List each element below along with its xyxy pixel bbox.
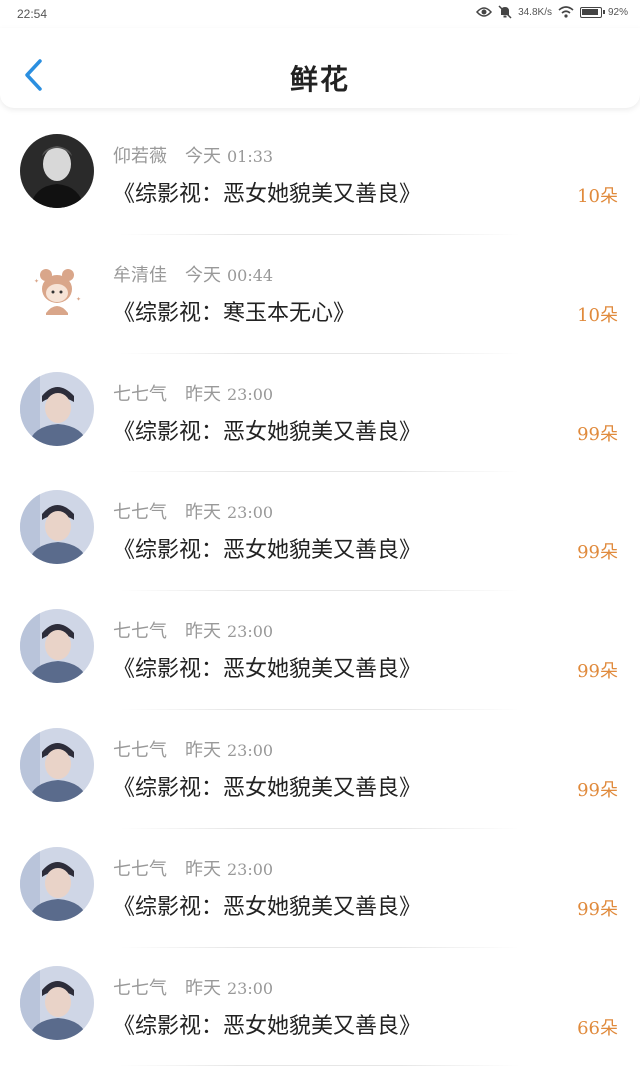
flower-count: 99朵 [577,779,618,801]
flower-count: 99朵 [577,423,618,445]
username[interactable]: 七七气 [113,502,167,523]
list-item[interactable]: 七七气 昨天 23:00 《综影视：恶女她貌美又善良》 99朵 [0,354,640,473]
flower-count: 10朵 [577,186,618,207]
man-portrait-avatar[interactable] [20,134,94,208]
username[interactable]: 仰若薇 [113,146,167,167]
flower-count: 99朵 [577,898,618,920]
time-label: 01:33 [227,147,274,166]
young-man-photo-avatar[interactable] [20,490,94,565]
book-title[interactable]: 《综影视：寒玉本无心》 [113,295,355,327]
gift-meta: 牟清佳 今天 00:44 [113,261,273,287]
username[interactable]: 牟清佳 [113,265,167,286]
book-title[interactable]: 《综影视：恶女她貌美又善良》 [113,1008,421,1040]
list-item[interactable]: 七七气 昨天 23:00 《综影视：恶女她貌美又善良》 99朵 [0,710,640,829]
username[interactable]: 七七气 [113,859,167,880]
gift-meta: 七七气 昨天 23:00 [113,855,273,881]
day-label: 今天 [185,146,221,167]
day-label: 昨天 [185,502,221,524]
day-label: 昨天 [185,858,221,880]
young-man-photo-avatar[interactable] [20,727,94,802]
time-label: 23:00 [227,384,274,404]
time-label: 23:00 [227,978,274,998]
svg-text:✦: ✦ [34,278,39,285]
book-title[interactable]: 《综影视：恶女她貌美又善良》 [113,414,421,446]
gift-meta: 仰若薇 今天 01:33 [113,142,273,168]
time-label: 23:00 [227,740,274,760]
list-item[interactable]: ✦ ✦ 牟清佳 今天 00:44 《综影视：寒玉本无心》 10朵 [0,235,640,354]
book-title[interactable]: 《综影视：恶女她貌美又善良》 [113,770,421,802]
page-title: 鲜花 [289,63,350,96]
cartoon-bear-girl-avatar[interactable]: ✦ ✦ [20,252,94,327]
time-label: 23:00 [227,503,274,523]
flower-gift-list: 仰若薇 今天 01:33 《综影视：恶女她貌美又善良》 10朵 ✦ ✦ 牟清佳 今天 0… [0,116,640,1067]
svg-text:✦: ✦ [76,296,81,303]
gift-meta: 七七气 昨天 23:00 [113,736,273,762]
status-bar: 22:54 34.8K/s 92% [0,0,640,28]
time-label: 23:00 [227,859,274,879]
day-label: 今天 [185,264,221,286]
flower-count: 10朵 [577,304,618,326]
wifi-icon [558,6,574,18]
flower-count: 99朵 [577,542,618,564]
battery-icon [579,6,605,18]
young-man-photo-avatar[interactable] [20,846,94,921]
row-divider [120,1065,520,1067]
young-man-photo-avatar[interactable] [20,965,94,1040]
day-label: 昨天 [185,621,221,643]
time-label: 00:44 [227,265,274,285]
book-title[interactable]: 《综影视：恶女她貌美又善良》 [113,889,421,921]
gift-meta: 七七气 昨天 23:00 [113,380,273,406]
list-item[interactable]: 七七气 昨天 23:00 《综影视：恶女她貌美又善良》 99朵 [0,591,640,710]
gift-meta: 七七气 昨天 23:00 [113,974,273,1000]
gift-meta: 七七气 昨天 23:00 [113,498,273,524]
eye-icon [476,6,493,18]
time-label: 23:00 [227,622,274,642]
status-time: 22:54 [17,7,48,21]
list-item[interactable]: 七七气 昨天 23:00 《综影视：恶女她貌美又善良》 99朵 [0,472,640,592]
flower-count: 99朵 [577,661,618,683]
gift-meta: 七七气 昨天 23:00 [113,617,273,643]
username[interactable]: 七七气 [113,621,167,642]
young-man-photo-avatar[interactable] [20,371,94,446]
flower-count: 66朵 [577,1017,618,1039]
list-item[interactable]: 七七气 昨天 23:00 《综影视：恶女她貌美又善良》 99朵 [0,829,640,948]
battery-level: 92% [607,6,628,18]
username[interactable]: 七七气 [113,384,167,405]
nav-header: 鲜花 [0,28,640,108]
mute-bell-icon [498,5,512,19]
status-icons: 34.8K/s 92% [476,5,628,19]
book-title[interactable]: 《综影视：恶女她貌美又善良》 [113,176,421,208]
book-title[interactable]: 《综影视：恶女她貌美又善良》 [113,651,421,683]
day-label: 昨天 [185,739,221,761]
list-item[interactable]: 仰若薇 今天 01:33 《综影视：恶女她貌美又善良》 10朵 [0,116,640,235]
book-title[interactable]: 《综影视：恶女她貌美又善良》 [113,532,421,564]
list-item[interactable]: 七七气 昨天 23:00 《综影视：恶女她貌美又善良》 66朵 [0,948,640,1067]
username[interactable]: 七七气 [113,978,167,999]
young-man-photo-avatar[interactable] [20,609,94,684]
day-label: 昨天 [185,977,221,999]
day-label: 昨天 [185,383,221,405]
username[interactable]: 七七气 [113,740,167,761]
network-speed: 34.8K/s [518,6,552,18]
